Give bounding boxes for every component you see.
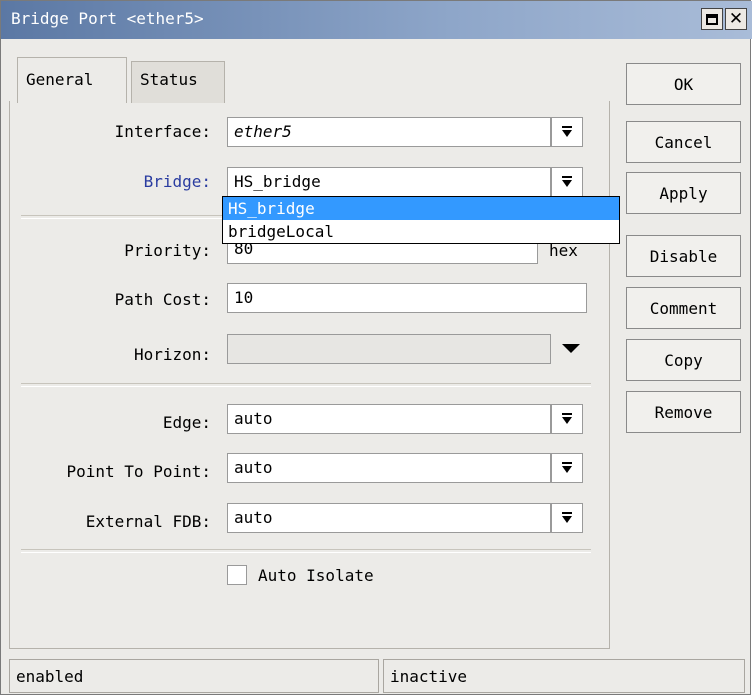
dropdown-arrow-icon: [562, 462, 572, 474]
interface-dropdown-button[interactable]: [551, 117, 583, 147]
remove-button[interactable]: Remove: [626, 391, 741, 433]
bridge-option-bridgelocal[interactable]: bridgeLocal: [223, 220, 619, 243]
bridge-dropdown-list: HS_bridge bridgeLocal: [222, 196, 620, 244]
bridge-port-window: Bridge Port <ether5> ✕ General Status In…: [0, 0, 752, 695]
dropdown-arrow-icon: [562, 413, 572, 425]
apply-button[interactable]: Apply: [626, 172, 741, 214]
interface-label: Interface:: [114, 122, 211, 141]
ok-button[interactable]: OK: [626, 63, 741, 105]
edge-dropdown-button[interactable]: [551, 404, 583, 434]
comment-button[interactable]: Comment: [626, 287, 741, 329]
tab-status[interactable]: Status: [131, 61, 225, 103]
copy-button[interactable]: Copy: [626, 339, 741, 381]
maximize-button[interactable]: [701, 8, 723, 30]
point-to-point-label: Point To Point:: [66, 462, 212, 481]
bridge-option-hs-bridge[interactable]: HS_bridge: [223, 197, 619, 220]
maximize-icon: [706, 13, 718, 25]
interface-field[interactable]: ether5: [227, 117, 551, 147]
separator: [21, 549, 591, 553]
title-bar[interactable]: Bridge Port <ether5> ✕: [1, 1, 752, 39]
close-icon: ✕: [728, 9, 744, 29]
edge-label: Edge:: [162, 413, 211, 432]
external-fdb-dropdown-button[interactable]: [551, 503, 583, 533]
path-cost-field[interactable]: 10: [227, 283, 587, 313]
point-to-point-dropdown-button[interactable]: [551, 453, 583, 483]
horizon-expand-icon[interactable]: [562, 344, 580, 353]
status-enabled: enabled: [9, 659, 379, 693]
edge-field[interactable]: auto: [227, 404, 551, 434]
bridge-dropdown-button[interactable]: [551, 167, 583, 197]
bridge-field[interactable]: HS_bridge: [227, 167, 551, 197]
close-button[interactable]: ✕: [725, 8, 747, 30]
auto-isolate-checkbox[interactable]: [227, 565, 247, 585]
external-fdb-field[interactable]: auto: [227, 503, 551, 533]
auto-isolate-label[interactable]: Auto Isolate: [258, 566, 374, 585]
bridge-label: Bridge:: [143, 172, 211, 191]
disable-button[interactable]: Disable: [626, 235, 741, 277]
separator: [21, 383, 591, 387]
cancel-button[interactable]: Cancel: [626, 121, 741, 163]
tab-general[interactable]: General: [17, 57, 127, 103]
dropdown-arrow-icon: [562, 176, 572, 188]
external-fdb-label: External FDB:: [85, 512, 211, 531]
status-running: inactive: [383, 659, 745, 693]
dropdown-arrow-icon: [562, 512, 572, 524]
point-to-point-field[interactable]: auto: [227, 453, 551, 483]
priority-label: Priority:: [124, 241, 211, 260]
window-title: Bridge Port <ether5>: [11, 9, 204, 28]
path-cost-label: Path Cost:: [114, 290, 211, 309]
horizon-field[interactable]: [227, 334, 551, 364]
horizon-label: Horizon:: [133, 345, 211, 364]
dropdown-arrow-icon: [562, 126, 572, 138]
